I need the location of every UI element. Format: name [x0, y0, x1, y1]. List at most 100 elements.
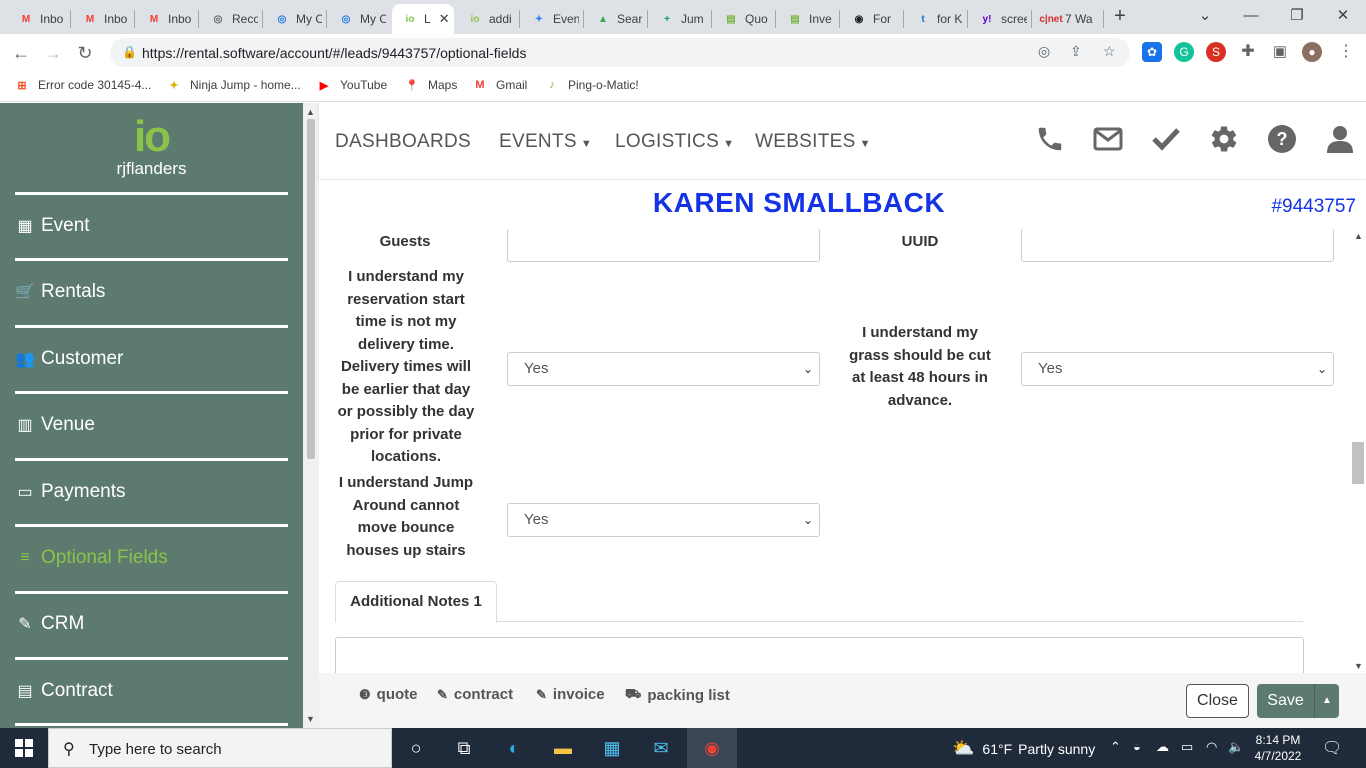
content-scrollbar[interactable]: ▲ ▼	[1350, 229, 1366, 673]
guests-input[interactable]	[507, 229, 820, 262]
uuid-input[interactable]	[1021, 229, 1334, 262]
browser-tab[interactable]: M Inbo	[8, 4, 66, 34]
browser-tab[interactable]: ▲ Sear	[585, 4, 643, 34]
nav-logistics[interactable]: LOGISTICS ▼	[615, 131, 734, 153]
sidebar-scrollbar[interactable]: ▲ ▼	[303, 103, 319, 728]
caret-down-icon: ▼	[859, 138, 871, 150]
mail-icon[interactable]	[1090, 121, 1126, 157]
phone-icon[interactable]	[1032, 121, 1068, 157]
close-tab-icon[interactable]: ✕	[439, 11, 450, 27]
cortana-icon[interactable]: ○	[400, 732, 432, 764]
extension-icon[interactable]: ✿	[1142, 42, 1162, 62]
contract-link[interactable]: ✎ contract	[437, 686, 513, 703]
task-view-icon[interactable]: ⧉	[448, 732, 480, 764]
notifications-icon[interactable]: 🗨	[1322, 738, 1342, 758]
save-options-caret-icon[interactable]: ▲	[1314, 684, 1339, 718]
sidebar-item-contract[interactable]: ▤ Contract	[15, 676, 288, 706]
browser-tab[interactable]: ◉ For	[841, 4, 899, 34]
grammarly-icon[interactable]: G	[1174, 42, 1194, 62]
browser-tab[interactable]: ✦ Even	[521, 4, 579, 34]
bookmark-item[interactable]: ♪ Ping-o-Matic!	[544, 77, 638, 93]
check-icon[interactable]	[1148, 121, 1184, 157]
user-icon[interactable]	[1322, 121, 1358, 157]
tab-search-icon[interactable]: ⌄	[1182, 0, 1228, 34]
nav-events[interactable]: EVENTS ▼	[499, 131, 592, 153]
edge-icon[interactable]: ◐	[498, 732, 530, 764]
browser-tab[interactable]: ◎ My C	[264, 4, 322, 34]
close-button[interactable]: Close	[1186, 684, 1249, 718]
sidebar-item-optional-fields[interactable]: ≡ Optional Fields	[15, 543, 288, 573]
extension-s-icon[interactable]: S	[1206, 42, 1226, 62]
browser-tab[interactable]: + Jum	[649, 4, 707, 34]
browser-tab[interactable]: io L ✕	[392, 4, 454, 34]
taskbar-clock[interactable]: 8:14 PM 4/7/2022	[1250, 732, 1306, 764]
battery-icon[interactable]: ▭	[1181, 739, 1193, 755]
taskbar-search[interactable]: ⚲ Type here to search	[48, 728, 392, 768]
browser-tab[interactable]: ◎ Reco	[200, 4, 258, 34]
mail-app-icon[interactable]: ✉	[645, 732, 677, 764]
tray-chevron-icon[interactable]: ⌃	[1110, 739, 1121, 755]
packing-list-link[interactable]: ⛟ packing list	[625, 686, 730, 704]
quote-link[interactable]: ❸ quote	[359, 686, 417, 703]
invoice-link[interactable]: ✎ invoice	[536, 686, 605, 703]
nav-dashboards[interactable]: DASHBOARDS	[335, 131, 471, 153]
browser-tab[interactable]: io addi	[457, 4, 515, 34]
sidebar-item-customer[interactable]: 👥 Customer	[15, 344, 288, 374]
browser-tab[interactable]: t for K	[905, 4, 963, 34]
sidebar-item-venue[interactable]: ▥ Venue	[15, 410, 288, 440]
chrome-icon[interactable]: ◉	[696, 732, 728, 764]
tab-additional-notes-1[interactable]: Additional Notes 1	[335, 581, 497, 623]
grass-cut-select[interactable]: Yes ⌄	[1021, 352, 1334, 386]
reservation-time-select[interactable]: Yes ⌄	[507, 352, 820, 386]
profile-avatar[interactable]: ●	[1302, 42, 1322, 62]
stairs-select[interactable]: Yes ⌄	[507, 503, 820, 537]
nav-websites[interactable]: WEBSITES ▼	[755, 131, 871, 153]
volume-icon[interactable]: 🔈	[1228, 739, 1244, 755]
help-icon[interactable]: ?	[1264, 121, 1300, 157]
bookmark-item[interactable]: M Gmail	[472, 77, 527, 93]
sidebar-item-rentals[interactable]: 🛒 Rentals	[15, 277, 288, 307]
file-explorer-icon[interactable]: ▬	[547, 732, 579, 764]
wifi-icon[interactable]: ◠	[1206, 739, 1217, 755]
share-icon[interactable]: ⇪	[1070, 43, 1082, 60]
weather-widget[interactable]: ⛅ 61°F Partly sunny	[952, 738, 1095, 759]
bookmark-item[interactable]: 📍 Maps	[404, 77, 457, 93]
reload-icon[interactable]: ↻	[72, 40, 98, 66]
url-bar[interactable]: 🔒 https://rental.software/account/#/lead…	[110, 38, 1130, 67]
sidebar-item-event[interactable]: ▦ Event	[15, 211, 288, 241]
bookmark-item[interactable]: ✦ Ninja Jump - home...	[166, 77, 300, 93]
sidebar-item-payments[interactable]: ▭ Payments	[15, 477, 288, 507]
browser-tab[interactable]: M Inbo	[136, 4, 194, 34]
tab-separator	[134, 10, 135, 28]
browser-tab[interactable]: y! scree	[969, 4, 1027, 34]
minimize-icon[interactable]: —	[1228, 0, 1274, 34]
browser-tab[interactable]: ▤ Inve	[777, 4, 835, 34]
bookmark-item[interactable]: ▶ YouTube	[316, 77, 387, 93]
window-close-icon[interactable]: ✕	[1320, 0, 1366, 34]
back-icon[interactable]: ←	[8, 40, 34, 66]
save-button[interactable]: Save	[1257, 684, 1314, 718]
store-icon[interactable]: ▦	[596, 732, 628, 764]
browser-tab[interactable]: ▤ Quo	[713, 4, 771, 34]
bookmark-star-icon[interactable]: ☆	[1103, 43, 1116, 60]
browser-tab[interactable]: c|net 7 Wa	[1033, 4, 1099, 34]
tracking-icon[interactable]: ◎	[1038, 43, 1050, 60]
forward-icon[interactable]: →	[40, 40, 66, 66]
tray-circle-icon[interactable]: ◒	[1133, 739, 1141, 754]
app-logo[interactable]: io rjflanders	[0, 115, 303, 179]
lead-number[interactable]: #9443757	[1271, 196, 1356, 218]
start-button[interactable]	[0, 728, 48, 768]
onedrive-icon[interactable]: ☁	[1156, 739, 1169, 755]
additional-notes-textarea[interactable]	[335, 637, 1304, 673]
bookmark-item[interactable]: ⊞ Error code 30145-4...	[14, 77, 151, 93]
puzzle-icon[interactable]: ✚	[1238, 42, 1258, 62]
new-tab-icon[interactable]: +	[1108, 4, 1132, 28]
browser-tab[interactable]: M Inbo	[72, 4, 130, 34]
sidebar-item-crm[interactable]: ✎ CRM	[15, 609, 288, 639]
browser-tab[interactable]: ◎ My C	[328, 4, 386, 34]
side-panel-icon[interactable]: ▣	[1270, 42, 1290, 62]
menu-icon[interactable]: ⋮	[1336, 42, 1356, 62]
sidebar-divider	[15, 723, 288, 726]
gear-icon[interactable]	[1206, 121, 1242, 157]
maximize-icon[interactable]: ❐	[1274, 0, 1320, 34]
